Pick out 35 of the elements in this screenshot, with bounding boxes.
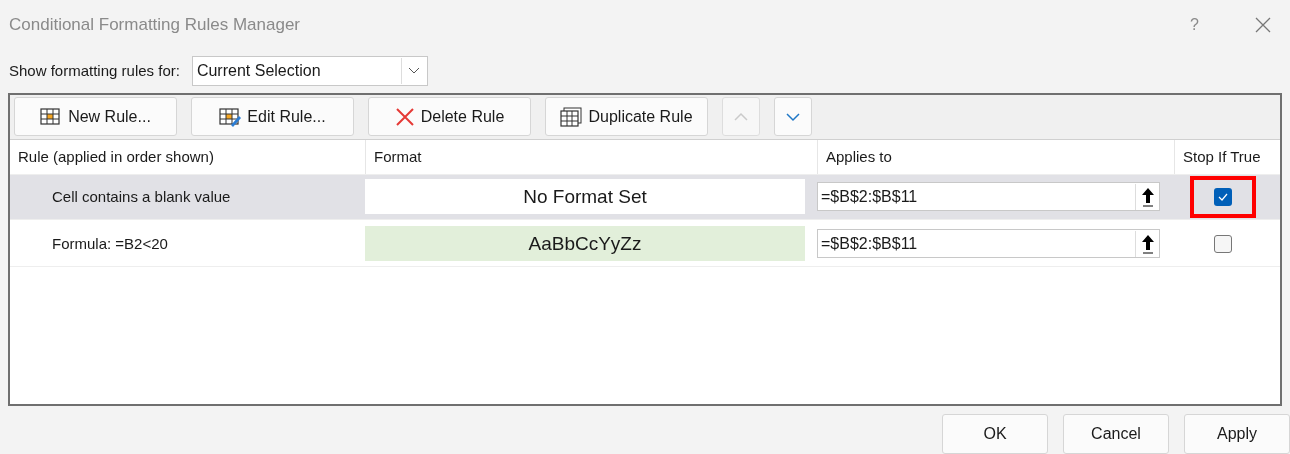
checkbox[interactable] xyxy=(1214,187,1232,206)
column-header: Rule (applied in order shown) xyxy=(17,146,215,167)
window-title: Conditional Formatting Rules Manager xyxy=(9,13,302,36)
move-down-button[interactable] xyxy=(774,97,812,137)
column-header: Stop If True xyxy=(1174,139,1272,174)
dialog-button[interactable]: Apply xyxy=(1184,414,1290,454)
table-pencil-icon xyxy=(219,106,242,127)
toolbar-button[interactable]: Edit Rule... xyxy=(191,97,354,137)
table-cell-text: Cell contains a blank value xyxy=(51,186,232,207)
arrow-up-icon xyxy=(1140,186,1155,207)
chevron-up-icon xyxy=(734,111,748,122)
dialog-button[interactable]: OK xyxy=(942,414,1048,454)
range-field[interactable]: =$B$2:$B$11 xyxy=(817,229,1160,259)
column-header: Format xyxy=(365,139,817,174)
range-field[interactable]: =$B$2:$B$11 xyxy=(817,182,1160,212)
toolbar-button[interactable]: Duplicate Rule xyxy=(545,97,708,137)
chevron-down-icon xyxy=(786,111,800,122)
close-icon xyxy=(394,106,415,127)
toolbar-button[interactable]: Delete Rule xyxy=(368,97,531,137)
close-icon[interactable] xyxy=(1255,16,1271,33)
check-icon xyxy=(1218,192,1228,201)
column-header: Applies to xyxy=(817,139,1174,174)
rule-row[interactable]: Cell contains a blank value No Format Set =$B$2:$B$11 xyxy=(10,174,1280,220)
table-cell-text: Formula: =B2<20 xyxy=(51,233,169,254)
chevron-down-icon xyxy=(408,67,421,76)
table-icon xyxy=(560,106,583,127)
table-icon xyxy=(40,106,63,127)
arrow-up-icon xyxy=(1140,233,1155,254)
field-label: Show formatting rules for: xyxy=(9,60,180,81)
format-preview: AaBbCcYyZz xyxy=(365,226,805,262)
dialog-button[interactable]: Cancel xyxy=(1063,414,1169,454)
rules-scope-dropdown[interactable]: Current Selection xyxy=(191,56,428,87)
toolbar-button[interactable]: New Rule... xyxy=(14,97,177,137)
checkbox[interactable] xyxy=(1214,234,1232,253)
format-preview: No Format Set xyxy=(365,179,805,215)
